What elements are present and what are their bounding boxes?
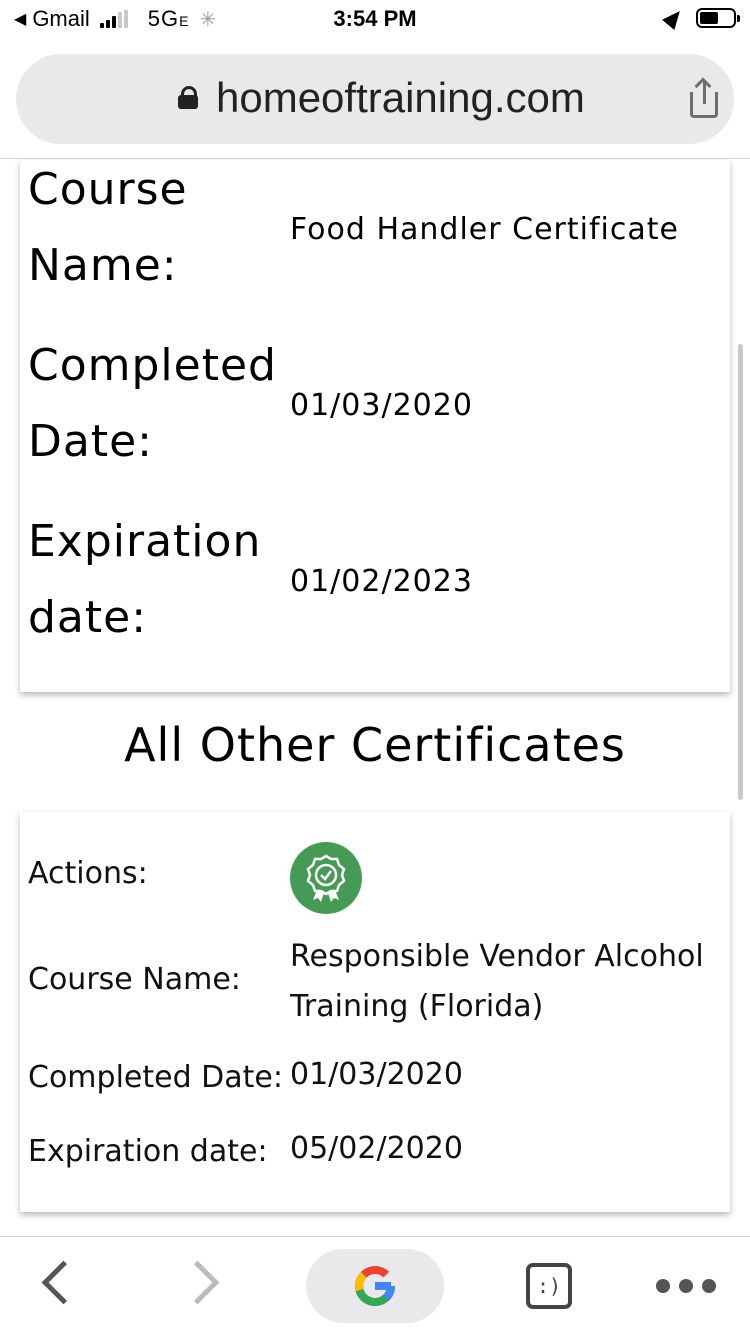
location-arrow-icon: [662, 5, 686, 31]
completed-date-label: Completed Date:: [28, 328, 277, 480]
other-expiration-date-label: Expiration date:: [28, 1134, 268, 1169]
course-name-label: Course Name:: [28, 152, 188, 304]
other-course-name-value: Responsible Vendor Alcohol Training (Flo…: [290, 932, 704, 1032]
certificate-award-icon: [306, 854, 346, 902]
tabs-button[interactable]: :): [526, 1263, 572, 1309]
status-bar: ◀ Gmail 5GE ✳ 3:54 PM: [0, 0, 750, 40]
page-scrollbar[interactable]: [738, 344, 743, 800]
other-course-name-line2: Training (Florida): [290, 989, 544, 1024]
completed-date-label-line2: Date:: [28, 416, 153, 467]
more-options-icon[interactable]: [656, 1279, 716, 1293]
expiration-date-value: 01/02/2023: [290, 564, 473, 599]
other-expiration-date-value: 05/02/2020: [290, 1131, 463, 1166]
other-completed-date-value: 01/03/2020: [290, 1057, 463, 1092]
expiration-date-label: Expiration date:: [28, 504, 261, 656]
status-right: [662, 5, 740, 31]
share-icon[interactable]: [688, 77, 722, 120]
certificate-card: Course Name: Food Handler Certificate Co…: [20, 160, 730, 692]
lock-icon: [178, 86, 198, 109]
other-certificates-heading: All Other Certificates: [124, 718, 626, 772]
other-completed-date-label: Completed Date:: [28, 1060, 283, 1095]
course-name-value: Food Handler Certificate: [290, 212, 679, 247]
other-course-name-label: Course Name:: [28, 962, 241, 997]
forward-arrow-icon[interactable]: [175, 1260, 220, 1305]
course-name-label-line2: Name:: [28, 240, 178, 291]
course-name-label-line1: Course: [28, 164, 188, 215]
address-bar[interactable]: homeoftraining.com: [16, 54, 734, 144]
url-text[interactable]: homeoftraining.com: [216, 74, 585, 122]
actions-label: Actions:: [28, 856, 148, 891]
expiration-date-label-line2: date:: [28, 592, 148, 643]
completed-date-value: 01/03/2020: [290, 388, 473, 423]
completed-date-label-line1: Completed: [28, 340, 277, 391]
status-time: 3:54 PM: [333, 6, 417, 31]
expiration-date-label-line1: Expiration: [28, 516, 262, 567]
browser-toolbar: :): [0, 1236, 750, 1335]
back-arrow-icon[interactable]: [41, 1260, 86, 1305]
view-certificate-button[interactable]: [290, 842, 362, 914]
battery-icon: [696, 8, 740, 28]
other-certificate-card: Actions: Course Name: Responsible Vendor…: [20, 812, 730, 1212]
other-course-name-line1: Responsible Vendor Alcohol: [290, 939, 704, 974]
google-logo-icon: [355, 1266, 395, 1306]
google-search-button[interactable]: [306, 1249, 444, 1323]
